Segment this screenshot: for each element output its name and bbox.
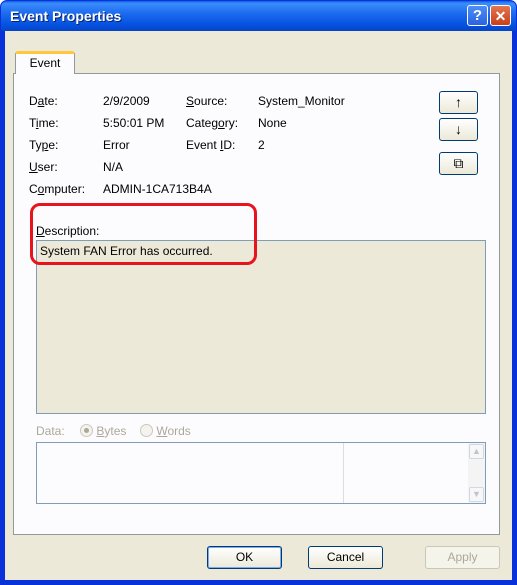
time-value: 5:50:01 PM: [103, 116, 165, 130]
time-label: Time:: [29, 116, 59, 130]
data-label: Data:: [36, 424, 65, 438]
apply-button[interactable]: Apply: [425, 546, 500, 569]
bytes-radio-icon: [80, 424, 93, 437]
data-divider: [343, 443, 344, 503]
description-box[interactable]: System FAN Error has occurred.: [36, 240, 486, 414]
computer-label: Computer:: [29, 182, 86, 196]
user-label: User:: [29, 160, 58, 174]
eventid-label: Event ID:: [186, 138, 236, 152]
bytes-radio[interactable]: Bytes: [80, 424, 126, 438]
scroll-down-icon[interactable]: ▼: [469, 487, 484, 502]
copy-event-button[interactable]: ⧉: [439, 152, 478, 175]
cancel-button[interactable]: Cancel: [308, 546, 383, 569]
copy-icon: ⧉: [453, 155, 464, 171]
source-label: Source:: [186, 94, 228, 108]
close-icon: ✕: [494, 8, 507, 24]
close-button[interactable]: ✕: [490, 5, 511, 26]
eventid-value: 2: [258, 138, 265, 152]
help-button[interactable]: ?: [467, 5, 488, 26]
data-scrollbar[interactable]: ▲ ▼: [468, 443, 485, 503]
tab-event[interactable]: Event: [15, 51, 75, 74]
type-value: Error: [103, 138, 130, 152]
words-radio-icon: [140, 424, 153, 437]
category-value: None: [258, 116, 287, 130]
data-box[interactable]: ▲ ▼: [36, 442, 486, 504]
category-label: Category:: [186, 116, 239, 130]
computer-value: ADMIN-1CA713B4A: [103, 182, 212, 196]
user-value: N/A: [103, 160, 124, 174]
event-tab-panel: Date: 2/9/2009 Time: 5:50:01 PM Type: Er…: [13, 73, 500, 535]
ok-button[interactable]: OK: [207, 546, 282, 569]
window-title: Event Properties: [10, 8, 122, 24]
previous-event-button[interactable]: ↑: [439, 91, 478, 114]
date-value: 2/9/2009: [103, 94, 150, 108]
dialog-client-area: Event Date: 2/9/2009 Time: 5:50:01 PM Ty…: [5, 31, 512, 580]
event-properties-window: Event Properties ? ✕ Event Date: 2/9/200…: [0, 0, 517, 585]
help-icon: ?: [472, 7, 483, 24]
words-radio[interactable]: Words: [140, 424, 191, 438]
up-arrow-icon: ↑: [455, 94, 462, 110]
title-bar[interactable]: Event Properties ? ✕: [1, 1, 516, 31]
scroll-up-icon[interactable]: ▲: [469, 444, 484, 459]
type-label: Type:: [29, 138, 59, 152]
date-label: Date:: [29, 94, 58, 108]
source-value: System_Monitor: [258, 94, 345, 108]
down-arrow-icon: ↓: [455, 121, 462, 137]
next-event-button[interactable]: ↓: [439, 118, 478, 141]
description-highlight-annotation: [30, 203, 257, 265]
